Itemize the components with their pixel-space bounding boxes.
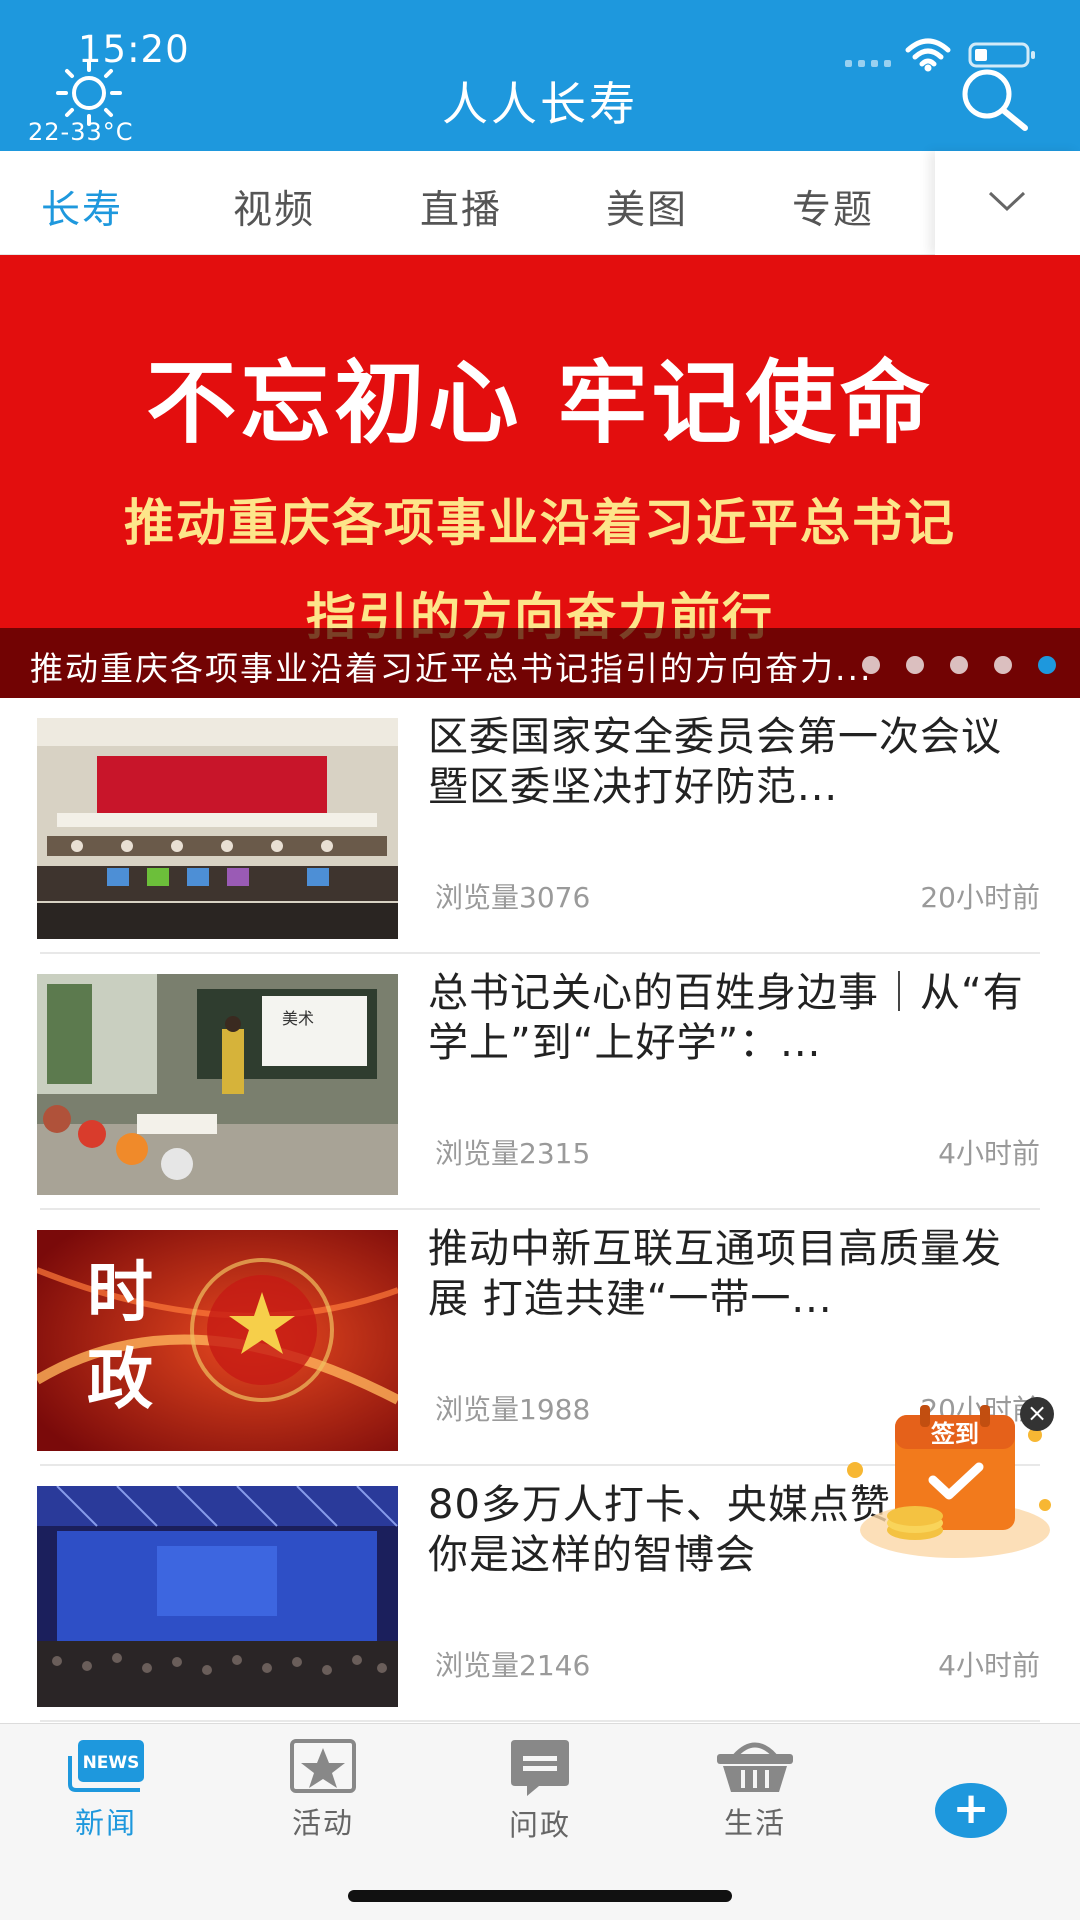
news-views: 浏览量2146 bbox=[435, 1649, 591, 1682]
search-icon[interactable] bbox=[955, 68, 1031, 132]
news-list-item[interactable]: 区委国家安全委员会第一次会议暨区委坚决打好防范... 浏览量3076 20小时前 bbox=[0, 698, 1080, 954]
svg-text:时: 时 bbox=[87, 1254, 153, 1331]
news-thumbnail-meeting bbox=[37, 718, 398, 939]
banner-headline: 不忘初心 牢记使命 bbox=[146, 350, 934, 456]
home-indicator bbox=[348, 1890, 732, 1902]
news-list-item[interactable]: 美术 总书记关心的百姓身边事｜从“有学上”到“上好学”：... 浏览量2315 … bbox=[0, 954, 1080, 1210]
news-time: 4小时前 bbox=[938, 1649, 1040, 1682]
add-button[interactable]: + bbox=[935, 1783, 1007, 1838]
cellular-signal-icon bbox=[845, 60, 891, 67]
news-thumbnail-politics: 时 政 bbox=[37, 1230, 398, 1451]
news-title: 总书记关心的百姓身边事｜从“有学上”到“上好学”：... bbox=[428, 970, 1024, 1066]
more-tabs-button[interactable] bbox=[935, 151, 1080, 255]
thumbnail-board-text: 美术 bbox=[282, 1009, 314, 1028]
tab-live[interactable]: 直播 bbox=[420, 179, 502, 235]
news-views: 浏览量3076 bbox=[435, 881, 591, 914]
carousel-dot-active[interactable] bbox=[1038, 656, 1056, 674]
divider bbox=[40, 1720, 1040, 1722]
carousel-dot[interactable] bbox=[994, 656, 1012, 674]
news-icon-badge: NEWS bbox=[83, 1753, 140, 1773]
nav-life[interactable]: 生活 bbox=[695, 1738, 815, 1842]
nav-politics[interactable]: 问政 bbox=[480, 1738, 600, 1844]
tab-changshou[interactable]: 长寿 bbox=[41, 179, 123, 235]
news-views: 浏览量2315 bbox=[435, 1137, 591, 1170]
nav-activity[interactable]: 活动 bbox=[263, 1738, 383, 1842]
status-time: 15:20 bbox=[78, 28, 190, 71]
svg-text:政: 政 bbox=[87, 1341, 153, 1418]
nav-activity-label: 活动 bbox=[291, 1806, 354, 1840]
news-thumbnail-classroom: 美术 bbox=[37, 974, 398, 1195]
carousel-dot[interactable] bbox=[862, 656, 880, 674]
chevron-down-icon bbox=[988, 191, 1026, 212]
news-views: 浏览量1988 bbox=[435, 1393, 591, 1426]
nav-news[interactable]: NEWS 新闻 bbox=[46, 1738, 166, 1842]
wifi-icon bbox=[905, 38, 951, 72]
nav-life-label: 生活 bbox=[723, 1806, 786, 1840]
news-title: 区委国家安全委员会第一次会议暨区委坚决打好防范... bbox=[428, 714, 1002, 810]
carousel-dot[interactable] bbox=[906, 656, 924, 674]
carousel-indicator bbox=[862, 656, 1056, 674]
news-thumbnail-expo bbox=[37, 1486, 398, 1707]
signin-label: 签到 bbox=[930, 1420, 979, 1448]
star-icon bbox=[290, 1739, 356, 1793]
nav-politics-label: 问政 bbox=[508, 1808, 571, 1842]
news-time: 4小时前 bbox=[938, 1137, 1040, 1170]
carousel-dot[interactable] bbox=[950, 656, 968, 674]
news-title: 推动中新互联互通项目高质量发展 打造共建“一带一... bbox=[428, 1226, 1002, 1322]
banner-line-2: 推动重庆各项事业沿着习近平总书记 bbox=[124, 494, 956, 552]
app-header: 15:20 22-33°C 人人长寿 bbox=[0, 0, 1080, 151]
battery-icon bbox=[968, 42, 1035, 68]
category-tabs: 长寿 视频 直播 美图 专题 bbox=[0, 151, 1080, 255]
basket-icon bbox=[717, 1742, 793, 1792]
close-icon[interactable]: × bbox=[1020, 1397, 1054, 1431]
banner-caption-bar: 推动重庆各项事业沿着习近平总书记指引的方向奋力... bbox=[0, 628, 1080, 698]
banner-carousel[interactable]: 不忘初心 牢记使命 推动重庆各项事业沿着习近平总书记 指引的方向奋力前行 推动重… bbox=[0, 255, 1080, 698]
news-time: 20小时前 bbox=[920, 881, 1040, 914]
app-title: 人人长寿 bbox=[442, 77, 638, 131]
bookmark-icon bbox=[511, 1740, 569, 1796]
news-icon: NEWS bbox=[68, 1740, 144, 1792]
tab-topics[interactable]: 专题 bbox=[792, 179, 874, 235]
tab-video[interactable]: 视频 bbox=[233, 179, 315, 235]
nav-news-label: 新闻 bbox=[74, 1806, 137, 1840]
tab-photos[interactable]: 美图 bbox=[606, 179, 688, 235]
